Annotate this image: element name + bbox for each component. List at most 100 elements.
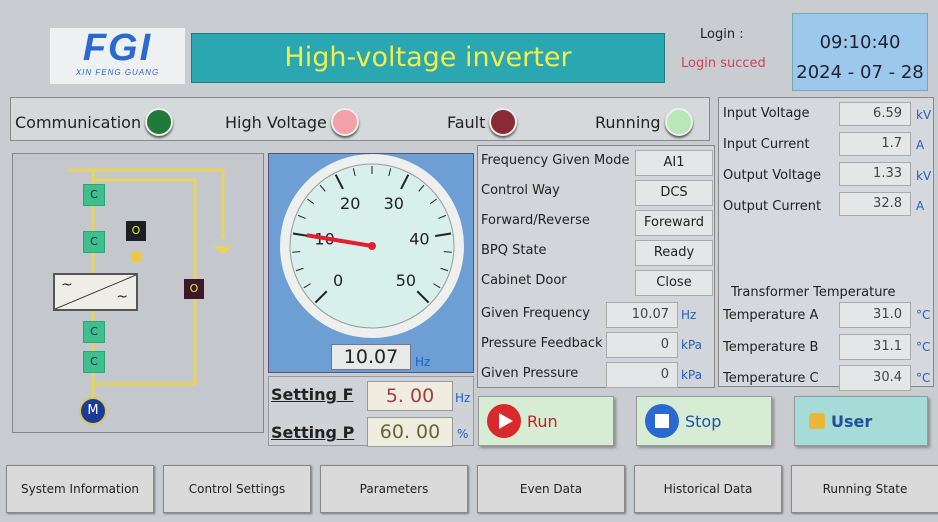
converter-out: ~	[116, 289, 128, 305]
output-voltage-value: 1.33	[839, 162, 911, 186]
info-label: Pressure Feedback	[481, 336, 603, 351]
running-lamp-icon	[664, 108, 693, 136]
info-panel: Frequency Given Mode AI1 Control Way DCS F…	[477, 145, 715, 388]
info-value: 0	[606, 362, 678, 388]
status-communication: Communication	[15, 108, 174, 136]
status-bar: Communication High Voltage Fault Running	[10, 97, 710, 141]
gauge-tick	[292, 251, 301, 253]
info-label: Forward/Reverse	[481, 213, 590, 228]
reading-unit: A	[916, 199, 925, 213]
gauge-hub	[368, 242, 376, 250]
status-label: Communication	[15, 112, 142, 132]
setting-p-input[interactable]: 60. 00	[367, 417, 453, 447]
temp-b-value: 31.1	[839, 334, 911, 360]
gauge-tick	[443, 251, 452, 253]
stop-label: Stop	[685, 411, 722, 431]
play-icon	[487, 404, 521, 438]
info-unit: kPa	[681, 338, 702, 352]
nav-running-state[interactable]: Running State	[791, 465, 938, 513]
switch-4[interactable]: C	[83, 351, 105, 373]
breaker-2[interactable]: O	[184, 279, 204, 299]
temp-unit: °C	[916, 340, 931, 354]
nav-system-information[interactable]: System Information	[6, 465, 154, 513]
status-label: Running	[595, 112, 661, 132]
reading-unit: A	[916, 138, 925, 152]
info-label: BPQ State	[481, 243, 547, 258]
info-value: 10.07	[606, 302, 678, 328]
info-unit: kPa	[681, 368, 702, 382]
info-value: Close	[635, 270, 713, 296]
nav-even-data[interactable]: Even Data	[477, 465, 625, 513]
reading-label: Output Current	[723, 199, 822, 214]
switch-2[interactable]: C	[83, 231, 105, 253]
temp-unit: °C	[916, 371, 931, 385]
setting-f-input[interactable]: 5. 00	[367, 381, 453, 411]
stop-button[interactable]: Stop	[636, 396, 772, 446]
transformer-title: Transformer Temperature	[731, 285, 896, 300]
login-label[interactable]: Login :	[700, 27, 744, 42]
converter-in: ~	[61, 277, 73, 293]
info-unit: Hz	[681, 308, 697, 322]
gauge-tick-label: 30	[384, 194, 404, 213]
logo: FGI XIN FENG GUANG	[50, 28, 185, 84]
status-label: Fault	[447, 112, 486, 132]
clock: 09:10:40 2024 - 07 - 28	[792, 13, 928, 91]
indicator-icon	[132, 252, 142, 262]
temp-unit: °C	[916, 308, 931, 322]
switch-3[interactable]: C	[83, 321, 105, 343]
info-value: Ready	[635, 240, 713, 266]
info-label: Frequency Given Mode	[481, 153, 630, 168]
gauge-readout: 10.07	[331, 344, 411, 370]
setting-f-label: Setting F	[271, 385, 354, 404]
reading-label: Output Voltage	[723, 168, 822, 183]
info-label: Given Frequency	[481, 306, 590, 321]
info-value: AI1	[635, 150, 713, 176]
temp-label: Temperature A	[723, 308, 819, 323]
readings-panel: Input Voltage 6.59 kV Input Current 1.7 …	[718, 97, 934, 391]
status-high-voltage: High Voltage	[225, 108, 359, 136]
info-value: 0	[606, 332, 678, 358]
high-voltage-lamp-icon	[330, 108, 359, 136]
breaker-1[interactable]: O	[126, 221, 146, 241]
info-value: Foreward	[635, 210, 713, 236]
setting-unit: Hz	[455, 391, 471, 405]
frequency-gauge-panel: 01020304050 10.07 Hz	[268, 153, 474, 373]
status-running: Running	[595, 108, 693, 136]
logo-text: FGI	[82, 27, 153, 69]
motor-icon: M	[79, 397, 107, 425]
fault-lamp-icon	[489, 108, 518, 136]
switch-1[interactable]: C	[83, 184, 105, 206]
info-value: DCS	[635, 180, 713, 206]
gauge-tick-label: 20	[340, 194, 360, 213]
setting-p-label: Setting P	[271, 423, 355, 442]
info-label: Given Pressure	[481, 366, 579, 381]
temp-c-value: 30.4	[839, 365, 911, 391]
reading-unit: kV	[916, 169, 932, 183]
frequency-gauge: 01020304050	[280, 154, 464, 338]
nav-control-settings[interactable]: Control Settings	[163, 465, 311, 513]
gauge-tick-label: 40	[409, 229, 429, 248]
temp-label: Temperature B	[723, 340, 819, 355]
circuit-diagram: C C O ~ ~ O C C M	[12, 153, 264, 433]
info-label: Cabinet Door	[481, 273, 567, 288]
login-status: Login succed	[681, 56, 766, 71]
nav-parameters[interactable]: Parameters	[320, 465, 468, 513]
input-voltage-value: 6.59	[839, 102, 911, 126]
reading-label: Input Voltage	[723, 106, 810, 121]
reading-label: Input Current	[723, 137, 810, 152]
time: 09:10:40	[819, 32, 901, 53]
nav-historical-data[interactable]: Historical Data	[634, 465, 782, 513]
temp-a-value: 31.0	[839, 302, 911, 328]
gauge-tick-label: 50	[396, 271, 416, 290]
setting-unit: %	[457, 427, 469, 441]
gauge-unit: Hz	[415, 355, 431, 369]
user-label: User	[831, 411, 873, 431]
logo-subtitle: XIN FENG GUANG	[75, 68, 160, 77]
circuit-lines	[68, 168, 233, 399]
settings-panel: Setting F 5. 00 Hz Setting P 60. 00 %	[268, 376, 474, 447]
output-current-value: 32.8	[839, 192, 911, 216]
user-button[interactable]: User	[794, 396, 928, 446]
run-button[interactable]: Run	[478, 396, 614, 446]
info-label: Control Way	[481, 183, 560, 198]
date: 2024 - 07 - 28	[796, 62, 924, 83]
